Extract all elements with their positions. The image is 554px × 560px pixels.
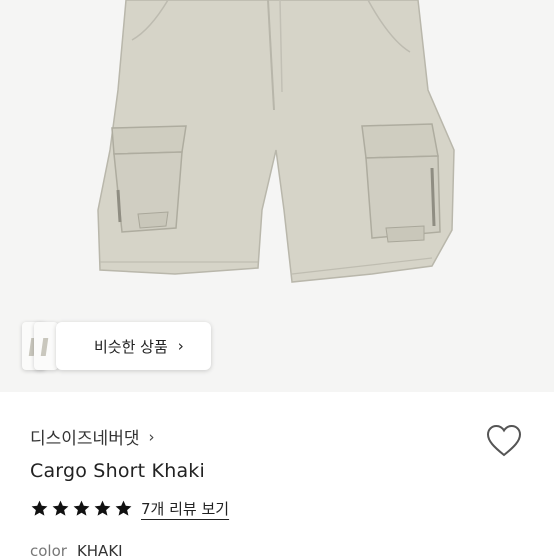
thumbnail-image [40,338,49,356]
color-option-row: color KHAKI [30,542,123,560]
star-icon [51,499,70,518]
review-link[interactable]: 7개 리뷰 보기 [141,498,229,519]
brand-link[interactable]: 디스이즈네버댓 › [30,424,155,450]
star-icon [30,499,49,518]
product-title: Cargo Short Khaki [30,460,205,482]
star-icon [114,499,133,518]
chevron-right-icon: › [148,427,155,446]
star-rating [30,499,133,518]
similar-products-button[interactable]: 비슷한 상품 › [56,322,211,370]
brand-name: 디스이즈네버댓 [30,429,140,449]
chevron-right-icon: › [177,337,184,355]
color-label: color [30,542,67,560]
heart-outline-icon[interactable] [486,424,522,458]
similar-products-label: 비슷한 상품 [94,337,168,356]
star-icon [72,499,91,518]
color-value: KHAKI [76,542,123,560]
similar-thumbnail[interactable] [34,322,58,370]
rating-row: 7개 리뷰 보기 [30,498,229,519]
star-icon [93,499,112,518]
